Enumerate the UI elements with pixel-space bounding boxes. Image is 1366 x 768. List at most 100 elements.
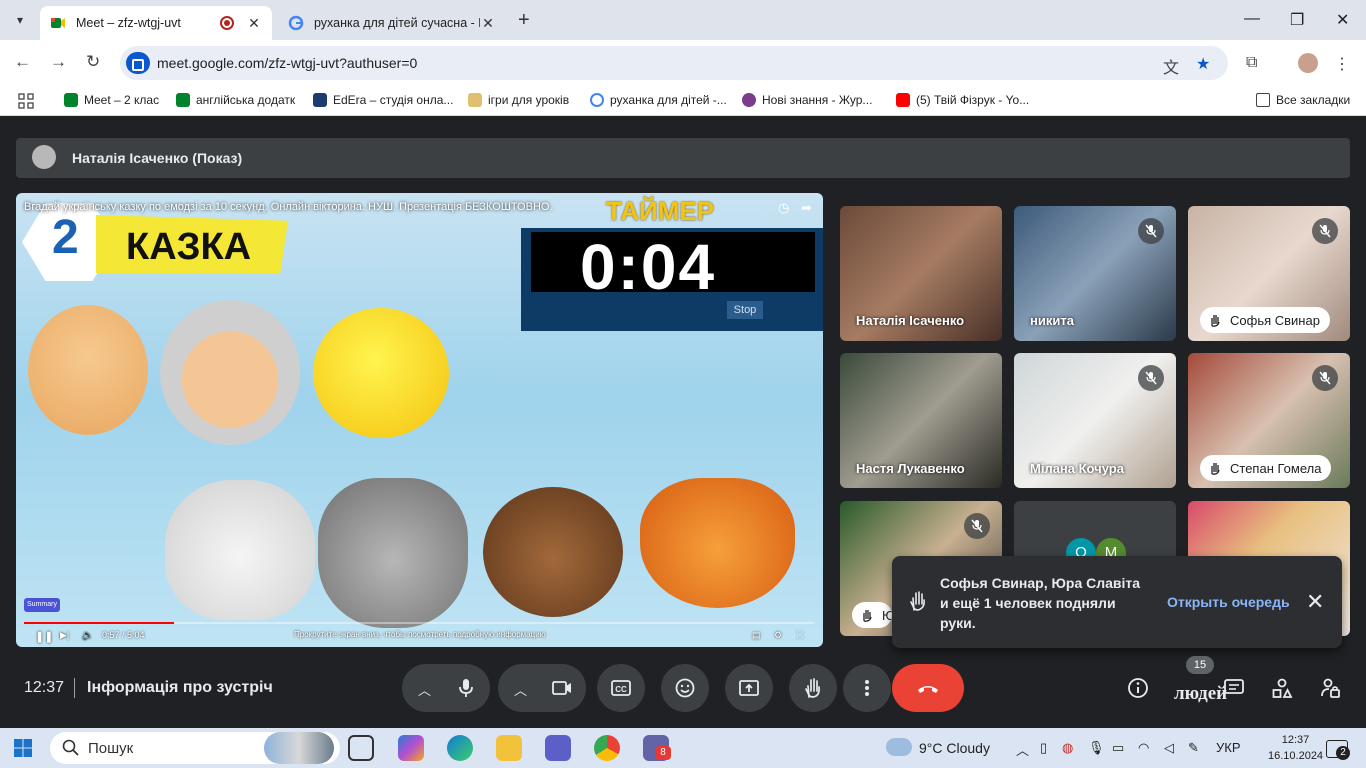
tab-search-results[interactable]: руханка для дітей сучасна - По ✕ [278,6,506,40]
audio-options-chevron-icon[interactable]: ︿ [418,680,431,699]
cloudy-weather-icon [886,738,912,756]
more-options-button[interactable] [843,664,891,712]
timer-value: 0:04 [580,231,717,303]
meeting-clock: 12:37 [24,679,65,696]
journal-favicon-icon [742,93,756,107]
chrome-icon[interactable] [594,735,620,761]
taskbar-time: 12:37 [1281,734,1310,746]
task-view-icon[interactable] [348,735,374,761]
divider [74,678,75,698]
bookmark-item[interactable]: Нові знання - Жур... [742,93,872,107]
new-tab-icon[interactable]: + [518,9,530,32]
site-info-icon[interactable] [126,52,150,74]
people-label[interactable]: людей [1174,683,1227,705]
battery-icon[interactable]: ▭ [1112,740,1124,756]
app-icon[interactable] [545,735,571,761]
more-vert-icon [865,680,869,696]
bookmark-item[interactable]: англійська додатк [176,93,295,107]
emoji-reaction-button[interactable] [661,664,709,712]
copilot-icon[interactable] [398,735,424,761]
bookmark-item[interactable]: руханка для дітей -... [590,93,727,107]
extensions-icon[interactable]: ⧉ [1246,54,1257,72]
microphone-button[interactable] [442,664,490,712]
bookmark-label: англійська додатк [196,93,296,107]
file-explorer-icon[interactable] [496,735,522,761]
language-indicator[interactable]: УКР [1216,740,1241,755]
bookmark-label: Нові знання - Жур... [762,93,873,107]
translate-icon[interactable]: 文 [1163,54,1179,78]
google-favicon-icon [590,93,604,107]
restore-icon[interactable]: ❐ [1290,10,1304,30]
edge-icon[interactable] [447,735,473,761]
notification-text: Софья Свинар, Юра Славіта и ещё 1 челове… [940,575,1141,631]
host-controls-button[interactable] [1318,676,1342,700]
raise-hand-button[interactable] [789,664,837,712]
participant-name: никита [1030,313,1074,328]
participant-name: Степан Гомела [1230,460,1322,476]
mic-tray-icon[interactable]: 🎙 [1088,740,1105,756]
video-progress-fill [24,622,175,624]
teams-badge: 8 [655,746,671,760]
window-close-icon[interactable]: ✕ [1336,10,1349,30]
show-hidden-icons[interactable]: ︿ [1016,740,1029,759]
all-bookmarks-label: Все закладки [1276,93,1351,107]
apps-grid-icon[interactable] [18,93,34,109]
participant-name: Настя Лукавенко [856,461,965,476]
video-options-chevron-icon[interactable]: ︿ [514,680,527,699]
meeting-details-button[interactable] [1126,676,1150,700]
tab-close-icon[interactable]: ✕ [480,15,496,32]
present-icon [739,680,759,696]
profile-avatar[interactable] [1298,53,1318,73]
emoji-icon [675,678,695,698]
lock-person-icon [1321,678,1340,698]
reload-icon[interactable]: ↻ [86,52,100,72]
pause-icon: ❚❚ [35,631,54,643]
pen-icon[interactable]: ✎ [1188,740,1199,756]
weather-text[interactable]: 9°C Cloudy [919,740,990,756]
subtitles-icon: ▤ [752,630,761,640]
tab-meet[interactable]: Meet – zfz-wtgj-uvt ✕ [40,6,272,40]
all-bookmarks[interactable]: Все закладки [1256,93,1350,107]
raised-hand-chip: Ю [852,602,892,628]
forward-icon[interactable]: → [50,52,67,72]
bookmark-item[interactable]: Meet – 2 клас [64,93,159,107]
apps-icon [18,93,34,109]
bookmark-label: Meet – 2 клас [84,93,160,107]
bookmark-star-icon[interactable]: ★ [1196,54,1210,74]
volume-tray-icon[interactable]: ◁ [1164,740,1174,756]
grandpa-emoji [28,305,148,435]
leave-call-button[interactable] [892,664,964,712]
bookmark-item[interactable]: (5) Твій Фізрук - Yo... [896,93,1029,107]
taskbar-clock[interactable]: 12:37 16.10.2024 [1268,732,1323,764]
participant-name: Наталія Ісаченко [856,313,965,328]
onedrive-icon[interactable]: ◍ [1062,740,1073,756]
bookmark-item[interactable]: EdEra – студія онла... [313,93,453,107]
wifi-icon[interactable]: ◠ [1138,740,1149,756]
close-notification-icon[interactable]: ✕ [1306,589,1324,615]
open-queue-link[interactable]: Открыть очередь [1167,594,1290,610]
timer-stop: Stop [727,301,763,319]
wolf-emoji [318,478,468,628]
raised-hand-icon [910,591,925,611]
url-text[interactable]: meet.google.com/zfz-wtgj-uvt?authuser=0 [157,55,417,71]
present-screen-button[interactable] [725,664,773,712]
windows-start-icon[interactable] [14,739,32,757]
participant-name: Мілана Кочура [1030,461,1124,476]
google-favicon-icon [288,15,304,31]
minimize-icon[interactable]: — [1244,10,1260,28]
summary-badge: Summary [24,598,60,612]
youtube-favicon-icon [896,93,910,107]
menu-kebab-icon[interactable]: ⋮ [1334,54,1350,74]
captions-button[interactable]: CC [597,664,645,712]
bookmark-item[interactable]: ігри для уроків [468,93,569,107]
tab-search-chevron-icon[interactable]: ▾ [8,8,32,32]
activities-button[interactable] [1270,676,1294,700]
google-meet-favicon-icon [51,18,65,28]
tab-close-icon[interactable]: ✕ [246,15,262,32]
presenter-name: Наталія Ісаченко (Показ) [72,150,243,166]
bookmark-label: (5) Твій Фізрук - Yo... [916,93,1030,107]
back-icon[interactable]: ← [14,52,31,72]
info-icon [1128,678,1148,698]
camera-button[interactable] [538,664,586,712]
device-icon[interactable]: ▯ [1040,740,1047,756]
